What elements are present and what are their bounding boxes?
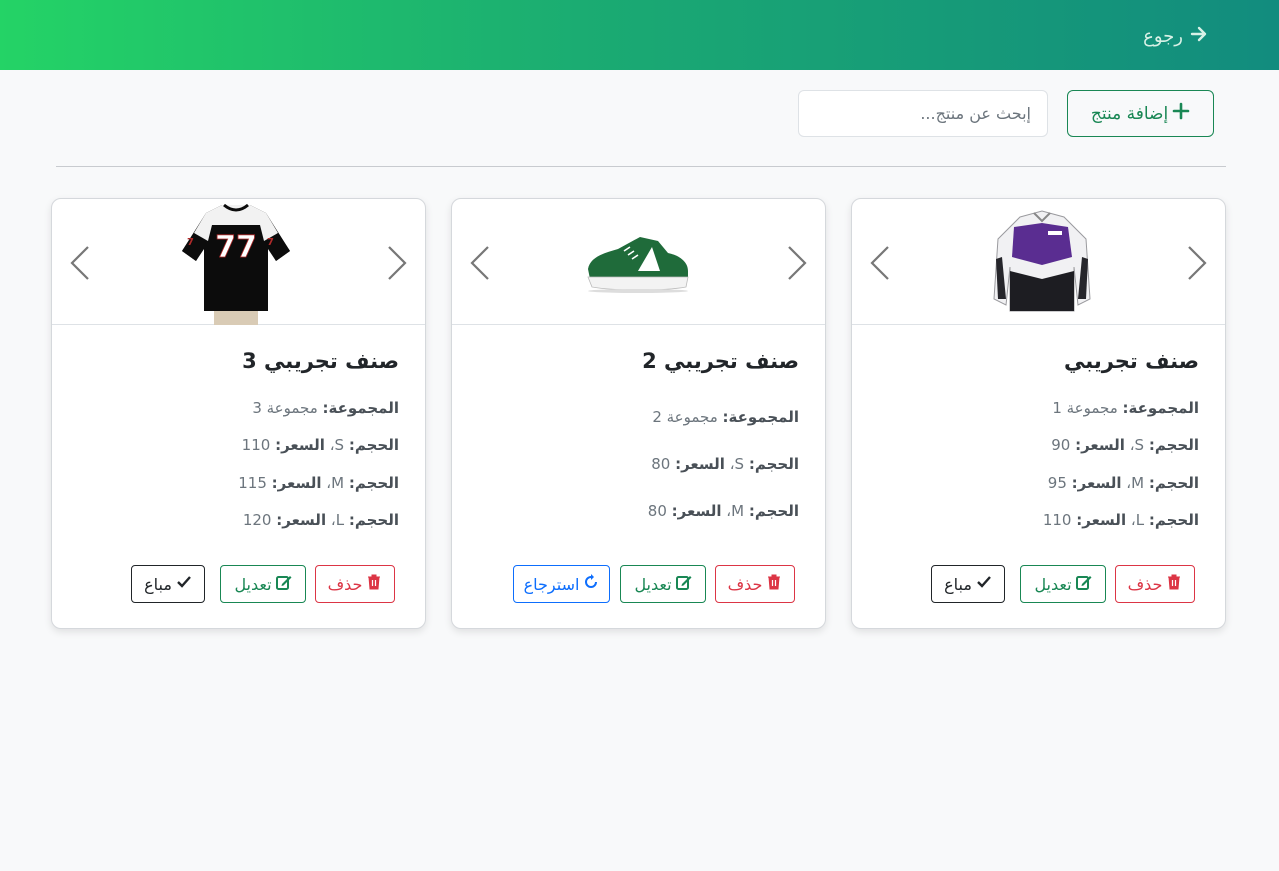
edit-button[interactable]: تعديل	[220, 565, 306, 603]
product-variant: الحجم: M، السعر: 115	[238, 474, 399, 492]
svg-text:7: 7	[187, 237, 194, 248]
product-title: صنف تجريبي	[1064, 349, 1199, 373]
chevron-left-icon[interactable]	[468, 243, 492, 283]
delete-button[interactable]: حذف	[715, 565, 795, 603]
check-icon	[176, 574, 192, 594]
product-variant: الحجم: M، السعر: 80	[647, 502, 799, 520]
add-product-label: إضافة منتج	[1090, 103, 1169, 124]
product-variant: الحجم: S، السعر: 80	[651, 455, 799, 473]
product-title: صنف تجريبي 2	[642, 349, 799, 373]
mark-sold-button[interactable]: مباع	[131, 565, 205, 603]
product-image-jersey: 77 7 7	[182, 203, 290, 325]
divider	[56, 166, 1226, 167]
edit-icon	[275, 574, 292, 594]
back-link[interactable]: رجوع	[1143, 24, 1209, 49]
product-variant: الحجم: L، السعر: 120	[242, 511, 399, 529]
product-image-jacket	[993, 210, 1091, 312]
edit-icon	[1075, 574, 1092, 594]
product-group: المجموعة: مجموعة 2	[652, 408, 799, 426]
chevron-right-icon[interactable]	[1185, 243, 1209, 283]
restore-button[interactable]: استرجاع	[513, 565, 610, 603]
product-carousel	[452, 199, 825, 325]
trash-icon	[366, 574, 382, 594]
edit-button[interactable]: تعديل	[1020, 565, 1106, 603]
trash-icon	[1166, 574, 1182, 594]
product-group: المجموعة: مجموعة 3	[252, 399, 399, 417]
trash-icon	[766, 574, 782, 594]
chevron-right-icon[interactable]	[785, 243, 809, 283]
chevron-left-icon[interactable]	[68, 243, 92, 283]
product-variant: الحجم: M، السعر: 95	[1047, 474, 1199, 492]
product-group: المجموعة: مجموعة 1	[1052, 399, 1199, 417]
chevron-right-icon[interactable]	[385, 243, 409, 283]
product-card: صنف تجريبي 2 المجموعة: مجموعة 2 الحجم: S…	[451, 198, 826, 629]
product-carousel	[852, 199, 1225, 325]
product-carousel: 77 7 7	[52, 199, 425, 325]
add-product-button[interactable]: إضافة منتج	[1067, 90, 1214, 137]
product-card: صنف تجريبي المجموعة: مجموعة 1 الحجم: S، …	[851, 198, 1226, 629]
product-title: صنف تجريبي 3	[242, 349, 399, 373]
undo-icon	[583, 574, 599, 594]
product-variant: الحجم: S، السعر: 110	[241, 436, 399, 454]
edit-icon	[675, 574, 692, 594]
search-input[interactable]	[798, 90, 1048, 137]
back-label: رجوع	[1143, 26, 1183, 47]
top-bar: رجوع	[0, 0, 1279, 70]
chevron-left-icon[interactable]	[868, 243, 892, 283]
delete-button[interactable]: حذف	[315, 565, 395, 603]
product-variant: الحجم: S، السعر: 90	[1051, 436, 1199, 454]
plus-icon	[1172, 102, 1190, 125]
edit-button[interactable]: تعديل	[620, 565, 706, 603]
arrow-right-icon	[1189, 24, 1209, 49]
check-icon	[976, 574, 992, 594]
product-image-sneaker	[587, 237, 689, 293]
svg-text:77: 77	[215, 230, 257, 265]
svg-text:7: 7	[267, 237, 274, 248]
product-variant: الحجم: L، السعر: 110	[1042, 511, 1199, 529]
product-card: 77 7 7 صنف تجريبي 3 المجموعة: مجموعة 3 ا…	[51, 198, 426, 629]
mark-sold-button[interactable]: مباع	[931, 565, 1005, 603]
delete-button[interactable]: حذف	[1115, 565, 1195, 603]
